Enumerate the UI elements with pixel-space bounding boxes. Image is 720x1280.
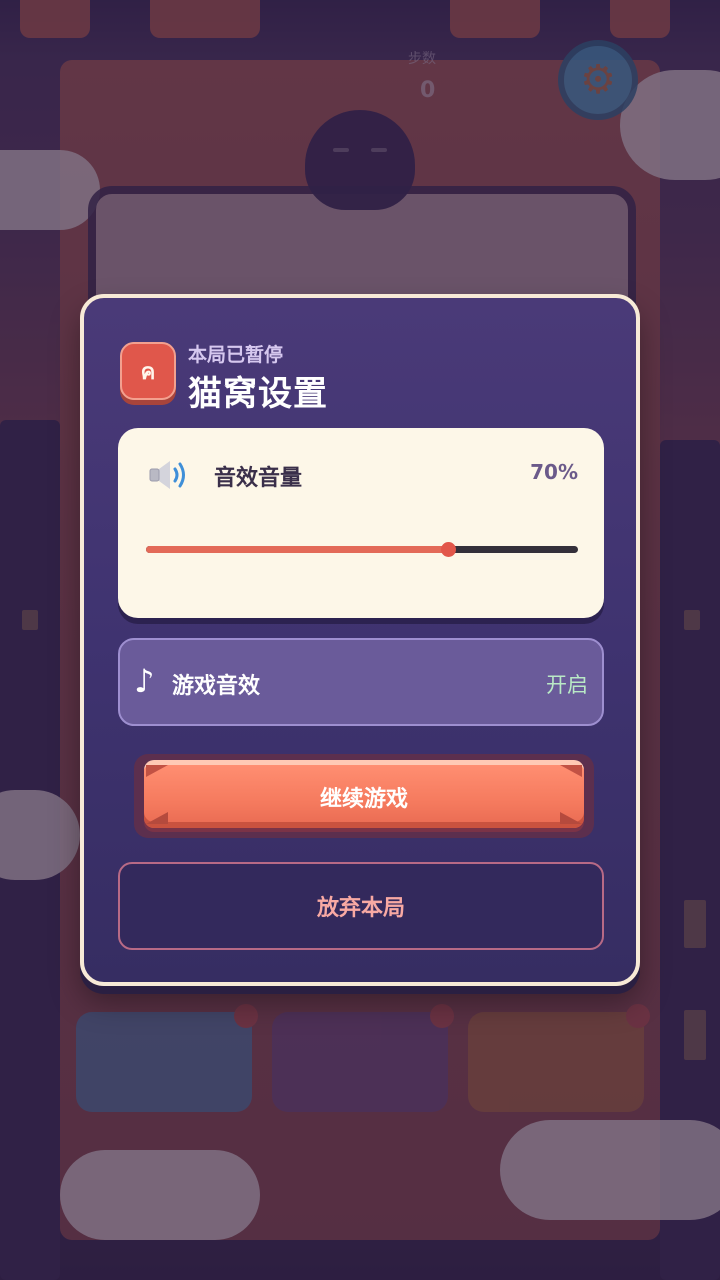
game-sound-toggle[interactable]: ♪ 游戏音效 开启 [118,638,604,726]
volume-label: 音效音量 [214,466,303,491]
music-note-icon: ♪ [134,662,155,700]
volume-slider[interactable] [146,542,578,557]
pause-settings-dialog: ค 本局已暂停 猫窝设置 音效音量 70% ♪ 游戏音效 开启 继续游戏 放弃本… [80,294,640,986]
sound-label: 游戏音效 [172,674,261,699]
dialog-subtitle: 本局已暂停 [188,344,284,366]
cat-logo-icon: ค [120,342,176,400]
slider-thumb[interactable] [441,542,457,557]
abandon-round-button[interactable]: 放弃本局 [118,862,604,950]
dialog-header: ค 本局已暂停 猫窝设置 [120,342,600,414]
abandon-label: 放弃本局 [316,896,405,921]
volume-value: 70% [530,460,578,484]
continue-button-frame: 继续游戏 [134,754,594,838]
speaker-icon [149,461,185,489]
volume-card: 音效音量 70% [118,428,604,618]
continue-label: 继续游戏 [319,786,408,812]
continue-game-button[interactable]: 继续游戏 [144,760,584,828]
dialog-title: 猫窝设置 [188,374,328,414]
slider-fill [146,546,449,553]
sound-state: 开启 [546,673,588,697]
